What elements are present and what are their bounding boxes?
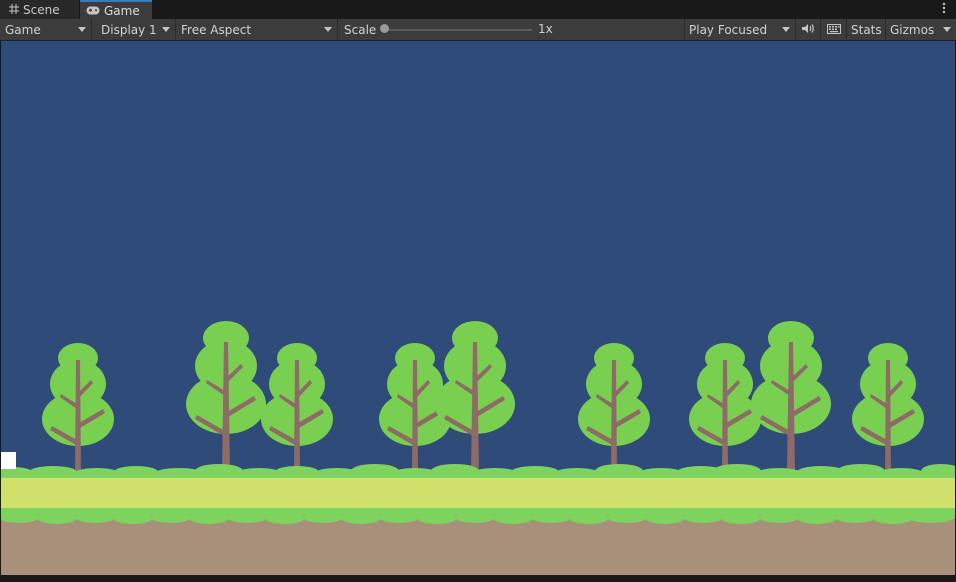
- scale-label: Scale: [344, 22, 377, 37]
- aspect-label: Free Aspect: [181, 22, 252, 37]
- chevron-down-icon: [162, 27, 170, 32]
- window-bottom-edge: [0, 575, 956, 582]
- display-label: Display 1: [101, 22, 157, 37]
- gizmos-toggle[interactable]: Gizmos: [886, 19, 956, 40]
- stats-toggle[interactable]: Stats: [847, 19, 886, 40]
- play-mode-dropdown[interactable]: Play Focused: [685, 19, 796, 40]
- scale-control: Scale 1x: [338, 19, 685, 40]
- ground: [1, 464, 955, 575]
- view-type-dropdown[interactable]: Game: [0, 19, 92, 40]
- gamepad-icon: [86, 4, 100, 18]
- tab-game-label: Game: [104, 3, 140, 18]
- chevron-down-icon: [782, 27, 790, 32]
- tab-scene[interactable]: Scene: [0, 0, 79, 19]
- gizmos-label: Gizmos: [890, 22, 935, 37]
- game-viewport[interactable]: [1, 41, 955, 575]
- scale-value: 1x: [538, 22, 553, 36]
- chevron-down-icon: [943, 27, 951, 32]
- tab-scene-label: Scene: [23, 2, 60, 17]
- scale-slider-handle[interactable]: [380, 24, 389, 33]
- keyboard-icon: [826, 23, 841, 37]
- game-view-toolbar: Game Display 1 Free Aspect Scale 1x Play…: [0, 19, 956, 41]
- stats-label: Stats: [851, 22, 882, 37]
- grid-icon: [9, 3, 19, 17]
- chevron-down-icon: [324, 27, 332, 32]
- more-options-icon[interactable]: [942, 2, 946, 18]
- tab-game[interactable]: Game: [80, 0, 152, 19]
- play-mode-label: Play Focused: [689, 22, 768, 37]
- player-sprite: [1, 452, 16, 469]
- chevron-down-icon: [78, 27, 86, 32]
- mute-audio-button[interactable]: [796, 19, 821, 40]
- game-scene: [1, 41, 955, 575]
- aspect-dropdown[interactable]: Free Aspect: [176, 19, 338, 40]
- scale-slider-track[interactable]: [382, 29, 532, 31]
- window-tab-bar: Scene Game: [0, 0, 956, 19]
- view-type-label: Game: [5, 22, 41, 37]
- display-dropdown[interactable]: Display 1: [92, 19, 176, 40]
- keyboard-shortcuts-button[interactable]: [821, 19, 847, 40]
- speaker-icon: [801, 23, 815, 37]
